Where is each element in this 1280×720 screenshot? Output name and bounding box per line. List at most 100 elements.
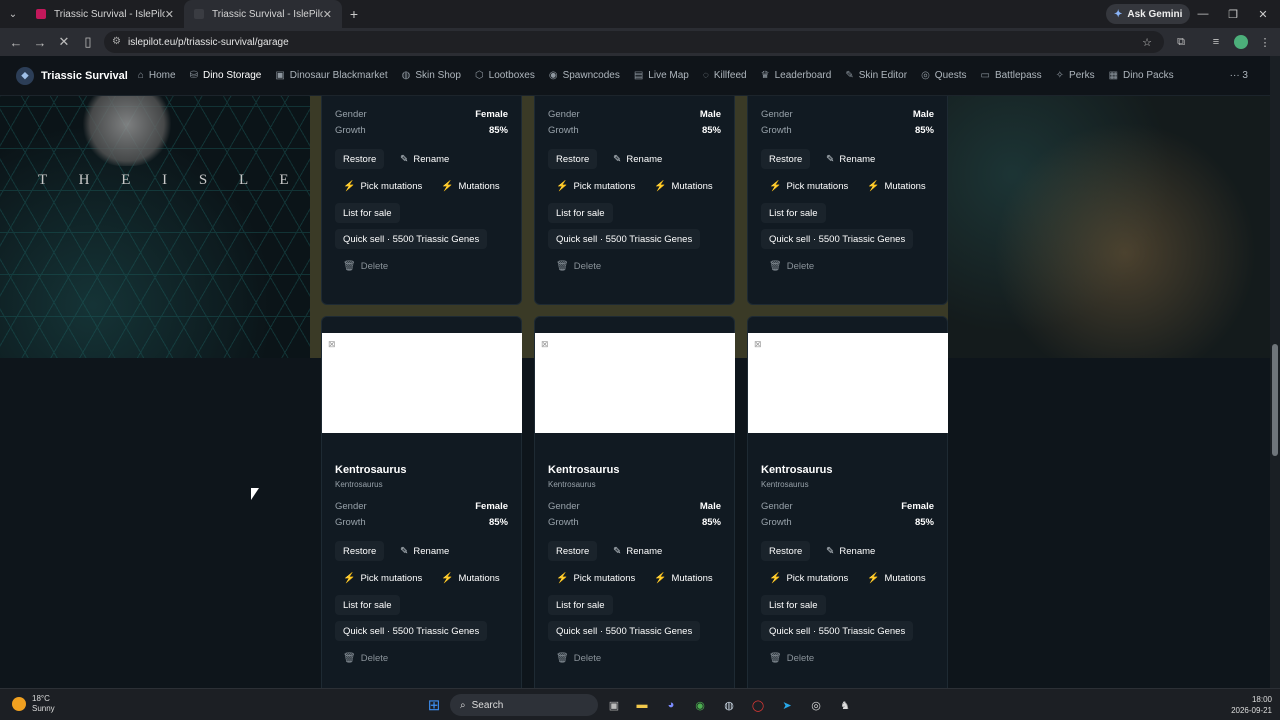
delete-button[interactable]: 🗑 Delete (548, 648, 609, 668)
close-window-icon[interactable]: ✕ (1248, 0, 1278, 28)
forward-icon[interactable]: → (28, 30, 52, 54)
scrollbar-thumb[interactable] (1272, 344, 1278, 456)
bookmark-star-icon[interactable]: ☆ (1135, 30, 1159, 54)
quick-sell-button[interactable]: Quick sell · 5500 Triassic Genes (335, 229, 488, 249)
task-view-icon[interactable]: ▣ (604, 695, 624, 715)
nav-quests[interactable]: ◎ Quests (921, 70, 966, 81)
browser-tab-2[interactable]: Triassic Survival - IslePilot ✕ (184, 0, 342, 28)
file-explorer-icon[interactable]: ▬ (632, 695, 652, 715)
nav-battlepass[interactable]: ▭ Battlepass (980, 70, 1041, 81)
delete-button[interactable]: 🗑 Delete (761, 648, 822, 668)
list-for-sale-button[interactable]: List for sale (761, 595, 826, 615)
list-for-sale-button[interactable]: List for sale (548, 203, 613, 223)
quick-sell-button[interactable]: Quick sell · 5500 Triassic Genes (761, 229, 914, 249)
restore-button[interactable]: Restore (761, 541, 811, 561)
restore-button[interactable]: Restore (761, 149, 811, 169)
pick-mutations-button[interactable]: ⚡ Pick mutations (761, 176, 856, 196)
page-scrollbar[interactable] (1270, 56, 1280, 688)
mutations-button[interactable]: ⚡ Mutations (433, 176, 508, 196)
nav-dino-packs[interactable]: ▦ Dino Packs (1109, 70, 1174, 81)
rename-button[interactable]: ✎ Rename (818, 541, 883, 561)
browser-tab-1[interactable]: Triassic Survival - IslePilot ✕ (26, 0, 184, 28)
restore-window-icon[interactable]: ❐ (1218, 0, 1248, 28)
close-tab-icon[interactable]: ✕ (323, 8, 332, 21)
back-icon[interactable]: ← (4, 30, 28, 54)
close-tab-icon[interactable]: ✕ (165, 8, 174, 21)
list-for-sale-button[interactable]: List for sale (761, 203, 826, 223)
quick-sell-button[interactable]: Quick sell · 5500 Triassic Genes (761, 621, 914, 641)
rename-button[interactable]: ✎ Rename (605, 541, 670, 561)
restore-button[interactable]: Restore (548, 149, 598, 169)
quick-sell-button[interactable]: Quick sell · 5500 Triassic Genes (548, 621, 701, 641)
list-for-sale-button[interactable]: List for sale (335, 203, 400, 223)
delete-button[interactable]: 🗑 Delete (335, 256, 396, 276)
extensions-icon[interactable]: ⧉ (1169, 30, 1193, 54)
media-icon[interactable]: ≡ (1204, 30, 1228, 54)
brand[interactable]: ◆ Triassic Survival (16, 66, 128, 85)
pick-mutations-button[interactable]: ⚡ Pick mutations (761, 568, 856, 588)
delete-button[interactable]: 🗑 Delete (548, 256, 609, 276)
start-menu-icon[interactable]: ⊞ (424, 695, 444, 715)
url-input[interactable]: ⚙ islepilot.eu/p/triassic-survival/garag… (104, 31, 1164, 53)
nav-label: Skin Shop (415, 70, 461, 81)
new-tab-button[interactable]: + (342, 6, 366, 22)
delete-button[interactable]: 🗑 Delete (761, 256, 822, 276)
mutations-button[interactable]: ⚡ Mutations (646, 568, 721, 588)
rename-button[interactable]: ✎ Rename (392, 541, 457, 561)
nav-perks[interactable]: ✧ Perks (1056, 70, 1095, 81)
nav-spawncodes[interactable]: ◉ Spawncodes (549, 70, 620, 81)
nav-more-button[interactable]: ··· 3 (1230, 70, 1248, 81)
pick-mutations-button[interactable]: ⚡ Pick mutations (335, 176, 430, 196)
nav-leaderboard[interactable]: ♛ Leaderboard (761, 70, 832, 81)
restore-button[interactable]: Restore (548, 541, 598, 561)
rename-button[interactable]: ✎ Rename (392, 149, 457, 169)
delete-button[interactable]: 🗑 Delete (335, 648, 396, 668)
nav-live-map[interactable]: ▤ Live Map (634, 70, 689, 81)
chrome-icon[interactable]: ◉ (690, 695, 710, 715)
discord-icon[interactable]: ◕ (661, 695, 681, 715)
pick-mutations-button[interactable]: ⚡ Pick mutations (335, 568, 430, 588)
rename-button[interactable]: ✎ Rename (818, 149, 883, 169)
minimize-icon[interactable]: — (1188, 0, 1218, 28)
pick-mutations-button[interactable]: ⚡ Pick mutations (548, 568, 643, 588)
list-for-sale-button[interactable]: List for sale (335, 595, 400, 615)
quick-sell-button[interactable]: Quick sell · 5500 Triassic Genes (548, 229, 701, 249)
profile-avatar[interactable] (1229, 30, 1253, 54)
list-for-sale-button[interactable]: List for sale (548, 595, 613, 615)
site-info-icon[interactable]: ⚙ (112, 36, 121, 47)
nav-killfeed[interactable]: ◌ Killfeed (703, 70, 747, 81)
steam-icon[interactable]: ◍ (719, 695, 739, 715)
browser-menu-icon[interactable]: ⋮ (1253, 30, 1277, 54)
growth-value: 85% (914, 125, 934, 136)
ask-gemini-button[interactable]: ✦ Ask Gemini (1106, 4, 1191, 24)
mutations-button[interactable]: ⚡ Mutations (433, 568, 508, 588)
nav-label: Quests (934, 70, 967, 81)
weather-widget[interactable]: 18°C Sunny (12, 694, 55, 714)
app-icon[interactable]: ◎ (806, 695, 826, 715)
gender-row: Gender Female (335, 501, 508, 512)
pick-mutations-button[interactable]: ⚡ Pick mutations (548, 176, 643, 196)
mutations-button[interactable]: ⚡ Mutations (646, 176, 721, 196)
tab-search-icon[interactable]: ⌄ (0, 0, 26, 28)
telegram-icon[interactable]: ➤ (777, 695, 797, 715)
mutations-button[interactable]: ⚡ Mutations (859, 176, 934, 196)
mutations-button[interactable]: ⚡ Mutations (859, 568, 934, 588)
restore-button[interactable]: Restore (335, 541, 385, 561)
rename-button[interactable]: ✎ Rename (605, 149, 670, 169)
nav-home[interactable]: ⌂ Home (138, 70, 176, 81)
taskbar-search[interactable]: ⌕ Search (450, 694, 598, 716)
nav-lootboxes[interactable]: ⬡ Lootboxes (475, 70, 535, 81)
system-clock[interactable]: 18:00 2026-09-21 (1231, 694, 1272, 716)
nav-skin-shop[interactable]: ◍ Skin Shop (402, 70, 461, 81)
split-view-icon[interactable]: ▯ (76, 30, 100, 54)
restore-button[interactable]: Restore (335, 149, 385, 169)
nav-dinosaur-blackmarket[interactable]: ▣ Dinosaur Blackmarket (275, 70, 387, 81)
game-app-icon[interactable]: ♞ (835, 695, 855, 715)
nav-skin-editor[interactable]: ✎ Skin Editor (845, 70, 907, 81)
nav-dino-storage[interactable]: ⛁ Dino Storage (190, 70, 262, 81)
rename-label: Rename (413, 153, 450, 165)
pick-mutations-label: Pick mutations (360, 180, 423, 192)
stop-loading-icon[interactable]: ✕ (52, 30, 76, 54)
quick-sell-button[interactable]: Quick sell · 5500 Triassic Genes (335, 621, 488, 641)
opera-icon[interactable]: ◯ (748, 695, 768, 715)
